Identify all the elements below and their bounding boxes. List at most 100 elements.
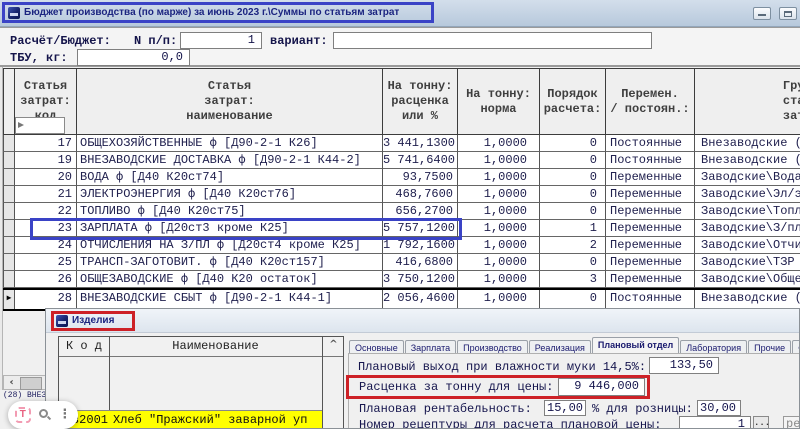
tbu-input[interactable]: 0,0 [77, 49, 190, 66]
tab-фото[interactable]: Фото [792, 340, 800, 354]
plan-rate-input[interactable]: 9 446,000 [558, 378, 645, 396]
npp-input[interactable]: 1 [180, 32, 262, 49]
header-order[interactable]: Порядок расчета: [540, 68, 606, 135]
table-row[interactable]: 19ВНЕЗАВОДСКИЕ ДОСТАВКА ф [Д90-2-1 К44-2… [3, 152, 800, 169]
tab-лаборатория[interactable]: Лаборатория [680, 340, 747, 354]
cell-code: 22 [15, 203, 77, 220]
cell-type: Переменные [606, 254, 695, 271]
scroll-left-icon[interactable]: ‹ [4, 376, 19, 389]
cell-group: Заводские\Эл/э [695, 186, 800, 203]
row-selector [3, 237, 15, 254]
products-window-title: Изделия [72, 315, 114, 326]
cell-code: 20 [15, 169, 77, 186]
products-header-code[interactable]: К о д [59, 339, 109, 353]
row-selector [3, 254, 15, 271]
variant-input[interactable] [333, 32, 652, 49]
status-text: (28) ВНЕЗ [3, 391, 46, 400]
plan-rate-label: Расценка за тонну для цены: [359, 380, 553, 394]
tbu-label: ТБУ, кг: [10, 51, 68, 65]
row-selector [3, 220, 15, 237]
npp-label: N п/п: [134, 34, 177, 48]
cell-name: ОБЩЕХОЗЯЙСТВЕННЫЕ ф [Д90-2-1 К26] [77, 135, 383, 152]
plan-profit-input[interactable]: 15,00 [544, 400, 586, 416]
cell-name: ВНЕЗАВОДСКИЕ ДОСТАВКА ф [Д90-2-1 К44-2] [77, 152, 383, 169]
header-group[interactable]: Группа статей затрат [695, 68, 800, 135]
cell-group: Внезаводские ( [695, 152, 800, 169]
tab-зарплата[interactable]: Зарплата [405, 340, 456, 354]
plan-retail-input[interactable]: 30,00 [697, 400, 741, 416]
cell-name: ВНЕЗАВОДСКИЕ СБЫТ ф [Д90-2-1 К44-1] [77, 290, 383, 309]
cell-group: Заводские\Вода [695, 169, 800, 186]
products-header-name[interactable]: Наименование [109, 339, 322, 353]
cell-name: ОТЧИСЛЕНИЯ НА З/ПЛ ф [Д20ст4 кроме К25] [77, 237, 383, 254]
cell-norm: 1,0000 [458, 237, 540, 254]
minimize-button[interactable] [753, 7, 771, 20]
cell-norm: 1,0000 [458, 186, 540, 203]
table-row[interactable]: 23ЗАРПЛАТА ф [Д20ст3 кроме К25]5 757,120… [3, 220, 800, 237]
products-window: Изделия К о д Наименование ^ з2001 Хлеб … [45, 308, 800, 429]
title-bar: Бюджет производства (по марже) за июнь 2… [0, 0, 800, 27]
header-rate[interactable]: На тонну: расценка или % [383, 68, 458, 135]
cell-code: 21 [15, 186, 77, 203]
table-row[interactable]: 21ЭЛЕКТРОЭНЕРГИЯ ф [Д40 К20ст76]468,7600… [3, 186, 800, 203]
tab-реализация[interactable]: Реализация [529, 340, 591, 354]
cell-order: 0 [540, 254, 606, 271]
products-table-header: К о д Наименование [59, 337, 343, 357]
cell-rate: 3 441,1300 [383, 135, 458, 152]
cell-name: ОБЩЕЗАВОДСКИЕ ф [Д40 К20 остаток] [77, 271, 383, 288]
plan-retail-label: % для розницы: [592, 402, 693, 416]
cell-norm: 1,0000 [458, 254, 540, 271]
tab-плановый-отдел[interactable]: Плановый отдел [592, 337, 679, 354]
tab-производство[interactable]: Производство [457, 340, 528, 354]
row-selector [3, 152, 15, 169]
tab-прочие[interactable]: Прочие [748, 340, 791, 354]
search-icon[interactable] [38, 408, 52, 422]
cell-group: Внезаводские ( [695, 290, 800, 309]
recipe-picker-button[interactable]: ... [753, 416, 769, 429]
cell-name: ТРАНСП-ЗАГОТОВИТ. ф [Д40 К20ст157] [77, 254, 383, 271]
scrollbar-thumb[interactable] [20, 377, 42, 390]
table-row[interactable]: 22ТОПЛИВО ф [Д40 К20ст75]656,27001,00000… [3, 203, 800, 220]
row-selector: ▶ [3, 290, 15, 309]
table-row[interactable]: 17ОБЩЕХОЗЯЙСТВЕННЫЕ ф [Д90-2-1 К26]3 441… [3, 135, 800, 152]
maximize-button[interactable] [779, 7, 797, 20]
cost-grid-body: 17ОБЩЕХОЗЯЙСТВЕННЫЕ ф [Д90-2-1 К26]3 441… [3, 135, 800, 311]
translate-text-icon[interactable]: T [15, 407, 31, 423]
foxpro-window-icon [56, 315, 68, 327]
cell-group: Заводские\З/пл [695, 220, 800, 237]
header-type[interactable]: Перемен. / постоян.: [606, 68, 695, 135]
cell-rate: 2 056,4600 [383, 290, 458, 309]
cell-norm: 1,0000 [458, 135, 540, 152]
budget-form-panel: Расчёт/Бюджет: N п/п: 1 вариант: ТБУ, кг… [0, 27, 800, 67]
row-selector [3, 169, 15, 186]
more-menu-icon[interactable]: ⋮ [58, 408, 71, 422]
plan-profit-label: Плановая рентабельность: [359, 402, 532, 416]
maximize-icon [784, 11, 792, 17]
plan-output-input[interactable]: 133,50 [649, 357, 719, 374]
product-name: Хлеб "Пражский" заварной уп [113, 413, 321, 427]
table-row[interactable]: 26ОБЩЕЗАВОДСКИЕ ф [Д40 К20 остаток]3 750… [3, 271, 800, 288]
tab-основные[interactable]: Основные [349, 340, 404, 354]
cell-code: 23 [15, 220, 77, 237]
plan-recipe-input[interactable]: 1 [679, 416, 751, 429]
header-norm[interactable]: На тонну: норма [458, 68, 540, 135]
cell-order: 3 [540, 271, 606, 288]
cell-rate: 656,2700 [383, 203, 458, 220]
scroll-up-icon[interactable]: ^ [323, 338, 344, 352]
cell-group: Заводские\Обще [695, 271, 800, 288]
cell-order: 0 [540, 135, 606, 152]
row-selector [3, 135, 15, 152]
table-row[interactable]: 20ВОДА ф [Д40 К20ст74]93,75001,00000Пере… [3, 169, 800, 186]
cell-code: 19 [15, 152, 77, 169]
selected-product-row[interactable]: з2001 Хлеб "Пражский" заварной уп [60, 410, 322, 429]
cost-grid-header: Статья затрат: код Статья затрат: наимен… [3, 68, 800, 135]
table-row[interactable]: 25ТРАНСП-ЗАГОТОВИТ. ф [Д40 К20ст157]416,… [3, 254, 800, 271]
table-row[interactable]: 24ОТЧИСЛЕНИЯ НА З/ПЛ ф [Д20ст4 кроме К25… [3, 237, 800, 254]
plan-recipe-label: Номер рецептуры для расчета плановой цен… [359, 418, 661, 429]
cell-rate: 1 792,1600 [383, 237, 458, 254]
recipe-name-fragment: ре [783, 416, 800, 429]
cost-items-grid: Статья затрат: код Статья затрат: наимен… [0, 68, 800, 310]
header-name[interactable]: Статья затрат: наименование [77, 68, 383, 135]
cell-type: Переменные [606, 186, 695, 203]
cell-type: Переменные [606, 169, 695, 186]
